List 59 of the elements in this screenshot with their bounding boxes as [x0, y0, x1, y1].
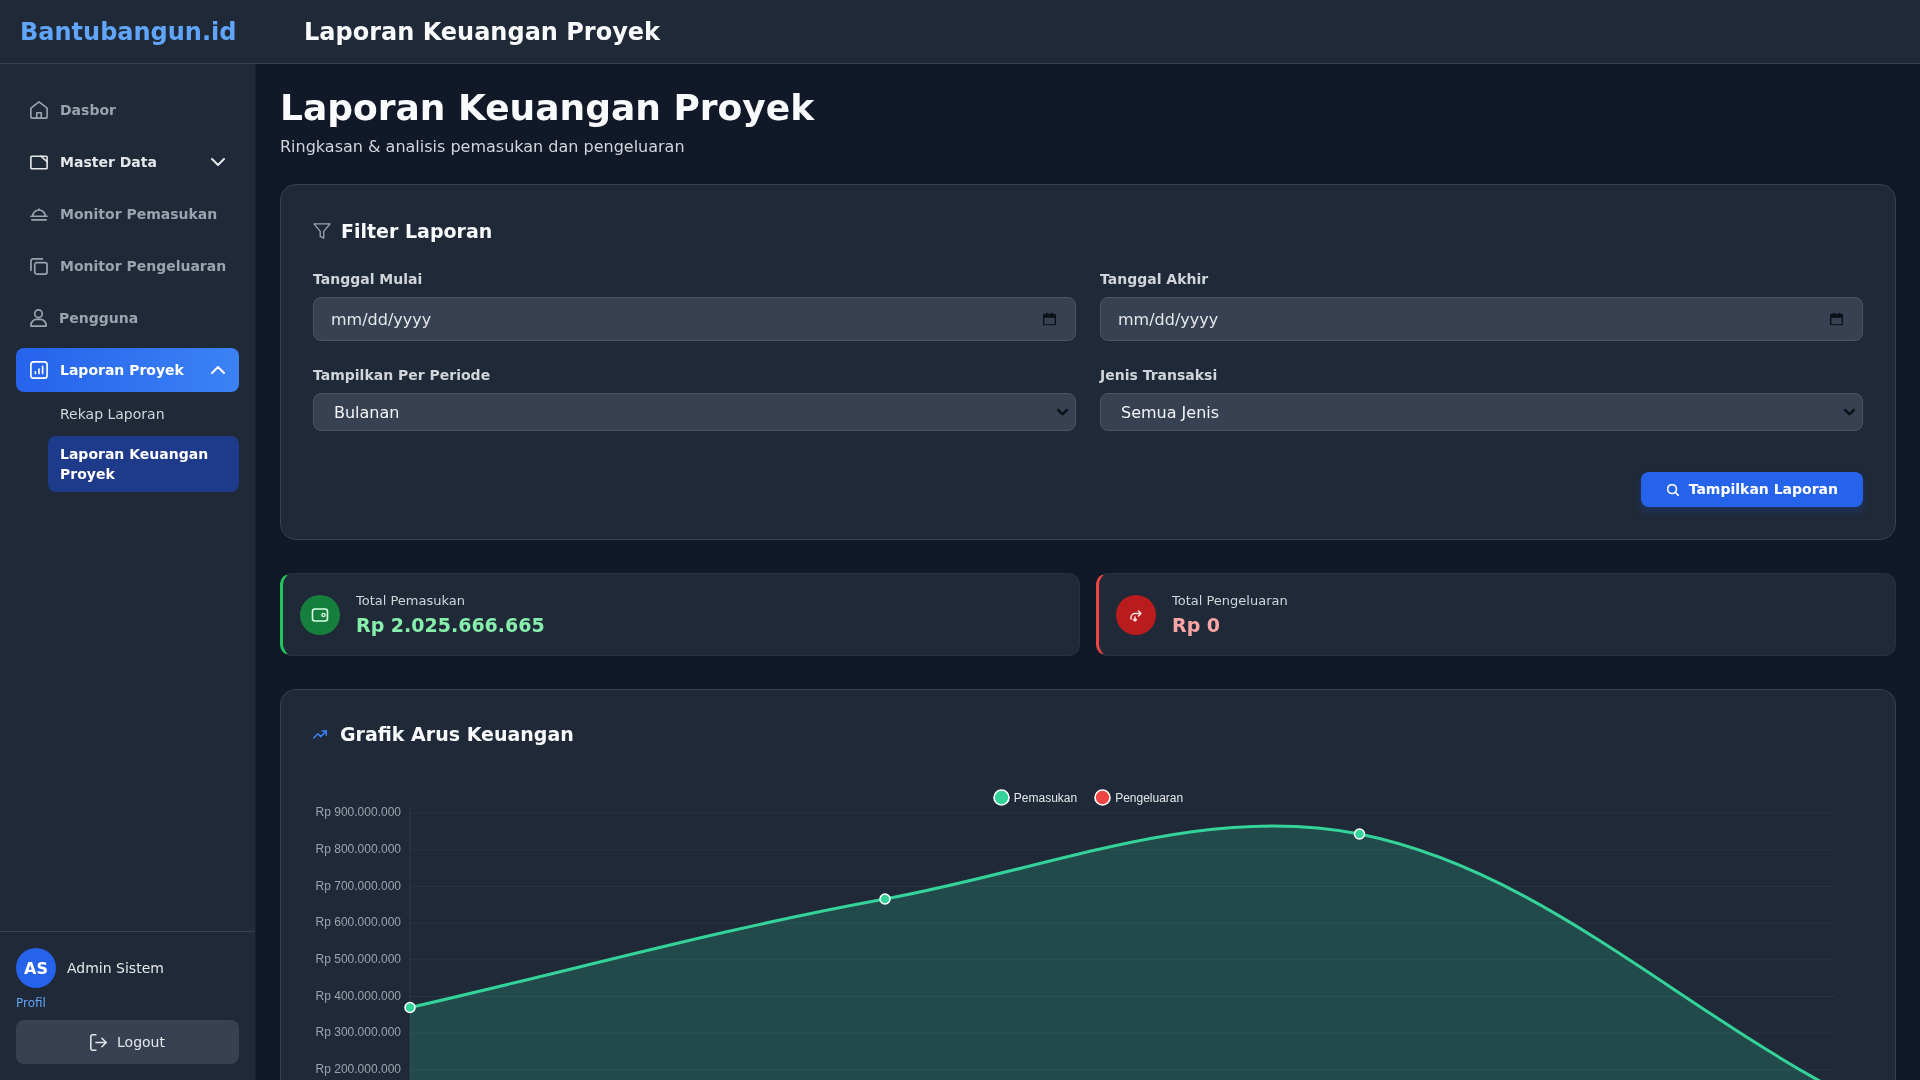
data-point [1353, 828, 1366, 840]
data-point [404, 1001, 416, 1014]
search-icon [1666, 483, 1679, 496]
axis-label: Rp 600.000.000 [315, 915, 401, 930]
sidebar-item[interactable]: Monitor Pengeluaran [16, 244, 239, 288]
select-field[interactable]: Semua Jenis [1100, 393, 1863, 431]
page-subtitle: Ringkasan & analisis pemasukan dan pengeluaran [280, 136, 686, 158]
axis-label: Rp 400.000.000 [315, 988, 401, 1003]
filter-icon [313, 223, 331, 239]
profile-link[interactable]: Profil [16, 995, 46, 1011]
calendar-icon [1043, 312, 1056, 326]
select-field[interactable]: Bulanan [313, 393, 1076, 431]
sidebar-item[interactable]: Master Data [16, 140, 239, 184]
show-report-button[interactable]: Tampilkan Laporan [1640, 472, 1863, 507]
axis-label: Rp 200.000.000 [315, 1062, 401, 1077]
sidebar-item[interactable]: Monitor Pemasukan [16, 192, 239, 236]
serving-dome-icon [30, 207, 48, 221]
card-title: Filter Laporan [341, 219, 493, 244]
chart-title: Grafik Arus Keuangan [340, 722, 574, 746]
field-label: Tanggal Akhir [1100, 270, 1210, 289]
house-icon [30, 101, 48, 119]
logo: Bantubangun.id [20, 17, 237, 46]
avatar: AS [16, 948, 56, 988]
date-field[interactable]: mm/dd/yyyy [313, 297, 1076, 341]
trending-up-icon [313, 729, 327, 739]
card-icon [30, 154, 48, 170]
sidebar-subitem[interactable]: Laporan Keuangan Proyek [48, 436, 239, 492]
user-name: Admin Sistem [67, 959, 164, 978]
user-icon [30, 309, 47, 327]
field-label: Tanggal Mulai [313, 270, 424, 289]
legend-label: Pemasukan [1013, 789, 1078, 806]
chevron-down-icon [1844, 408, 1855, 416]
summary-label: Total Pengeluaran [1172, 591, 1288, 610]
summary-value: Rp 0 [1172, 612, 1222, 638]
calendar-icon [1830, 312, 1843, 326]
summary-label: Total Pemasukan [356, 591, 466, 610]
field-label: Jenis Transaksi [1100, 366, 1219, 385]
data-point [879, 893, 891, 905]
axis-label: Rp 900.000.000 [315, 806, 401, 820]
legend-label: Pengeluaran [1115, 789, 1184, 806]
header-title: Laporan Keuangan Proyek [304, 16, 661, 48]
logout-icon [90, 1033, 108, 1051]
bar-chart-icon [30, 361, 48, 379]
axis-label: Rp 300.000.000 [315, 1025, 401, 1040]
axis-label: Rp 800.000.000 [315, 841, 401, 856]
page-title: Laporan Keuangan Proyek [280, 88, 816, 128]
logout-button[interactable]: Logout [16, 1020, 239, 1064]
sidebar-subitem[interactable]: Rekap Laporan [48, 396, 239, 432]
sidebar-item[interactable]: Dasbor [16, 88, 239, 132]
summary-value: Rp 2.025.666.665 [356, 612, 545, 638]
date-field[interactable]: mm/dd/yyyy [1100, 297, 1863, 341]
chevron-down-icon [1057, 408, 1068, 416]
axis-label: Rp 700.000.000 [315, 878, 401, 893]
sidebar-item[interactable]: Pengguna [16, 296, 239, 340]
axis-label: Rp 500.000.000 [315, 951, 401, 966]
sidebar-item[interactable]: Laporan Proyek [16, 348, 239, 392]
wallet-icon [300, 594, 340, 635]
copy-icon [30, 257, 48, 275]
field-label: Tampilkan Per Periode [313, 366, 492, 385]
